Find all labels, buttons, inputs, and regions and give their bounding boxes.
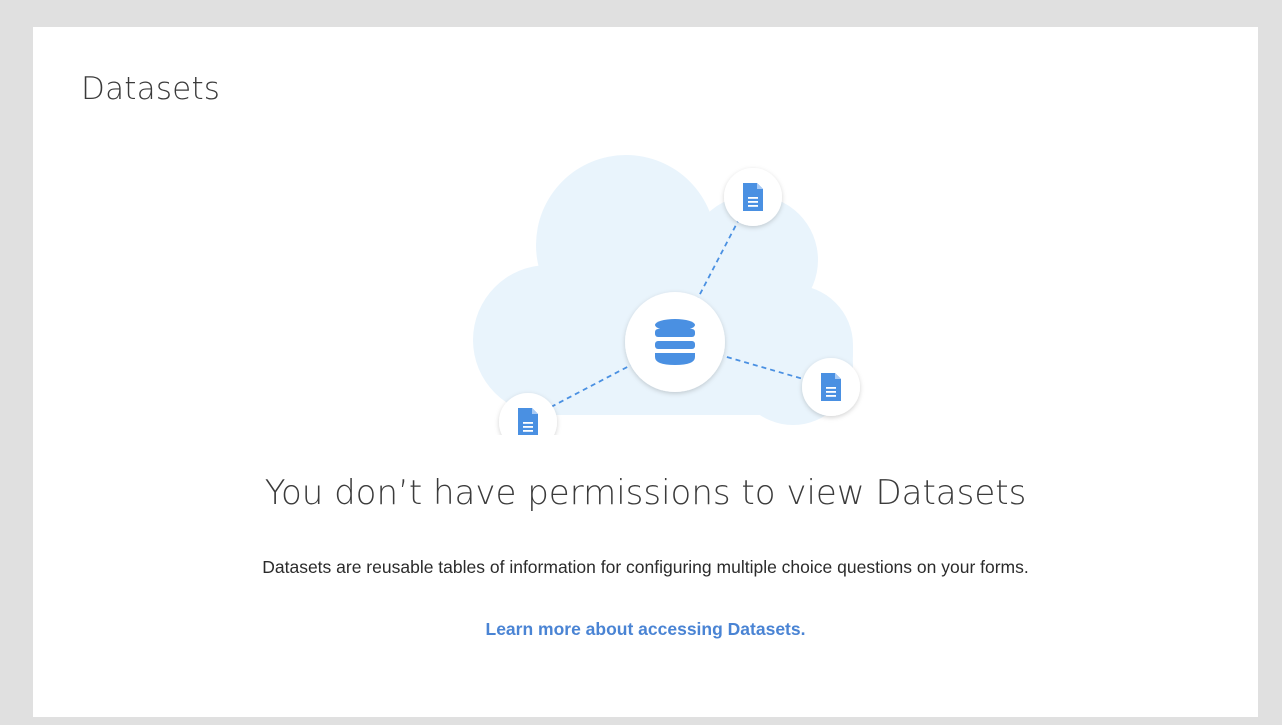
page-title: Datasets [81,71,221,107]
cloud-network-illustration [473,155,860,451]
document-icon [724,168,782,226]
database-icon [625,292,725,392]
learn-more-link[interactable]: Learn more about accessing Datasets. [33,619,1258,640]
empty-state-description: Datasets are reusable tables of informat… [262,557,1029,577]
empty-state-headline: You don’t have permissions to view Datas… [264,473,1027,513]
empty-state-illustration [453,135,873,451]
document-icon [802,358,860,416]
content-card: Datasets You don’t have permissions to v… [33,27,1258,717]
